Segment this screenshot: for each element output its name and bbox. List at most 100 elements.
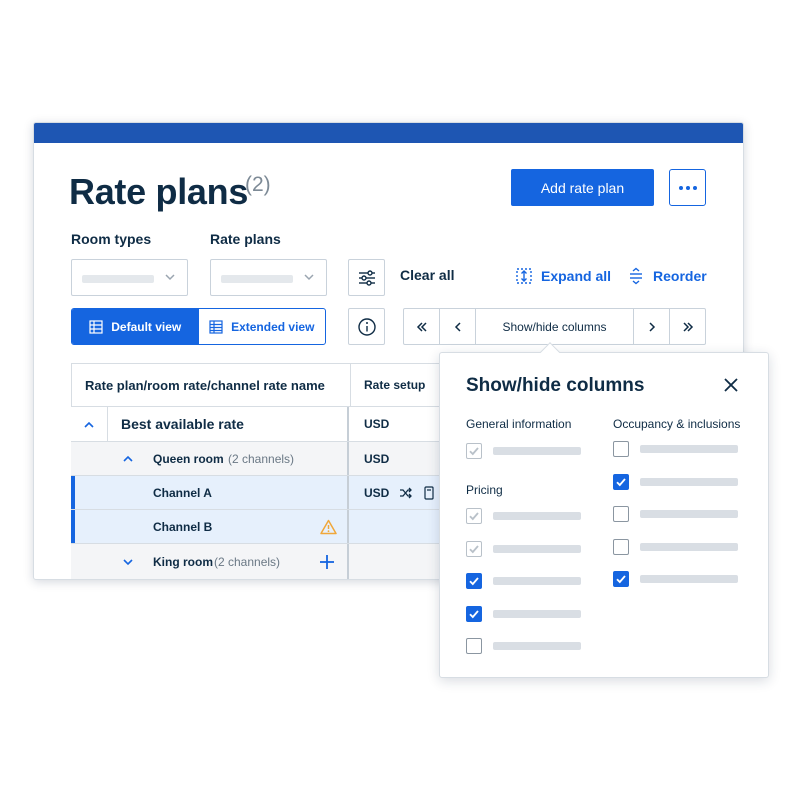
column-name-placeholder: [493, 609, 581, 618]
column-toggle-row[interactable]: [466, 443, 581, 459]
table-row[interactable]: Channel A USD: [71, 476, 451, 510]
rate-setup-cell: USD: [351, 476, 451, 509]
show-hide-columns-button[interactable]: Show/hide columns: [476, 309, 633, 344]
default-view-tab[interactable]: Default view: [72, 309, 199, 344]
info-button[interactable]: [348, 308, 385, 345]
room-name: Queen room: [153, 451, 224, 466]
more-options-button[interactable]: [669, 169, 706, 206]
reorder-label: Reorder: [653, 268, 707, 284]
channel-name: Channel A: [153, 485, 212, 500]
show-hide-columns-popover: Show/hide columns General information Pr…: [439, 342, 769, 678]
shuffle-icon[interactable]: [399, 486, 413, 500]
column-toggle-row[interactable]: [613, 571, 738, 587]
column-checkbox[interactable]: [613, 441, 629, 457]
table-row[interactable]: Channel B: [71, 510, 451, 544]
group-occupancy-label: Occupancy & inclusions: [613, 417, 741, 431]
column-toggle-row[interactable]: [466, 605, 581, 622]
rate-setup-cell: [351, 510, 451, 543]
sliders-icon: [358, 269, 375, 286]
rate-plan-name: Best available rate: [121, 416, 244, 432]
plus-icon[interactable]: [319, 554, 335, 570]
column-checkbox[interactable]: [613, 473, 629, 490]
view-toggle: Default view Extended view: [71, 308, 326, 345]
group-general-label: General information: [466, 417, 572, 431]
calculator-icon[interactable]: [423, 485, 435, 500]
select-placeholder: [221, 275, 293, 283]
first-page-button[interactable]: [404, 309, 440, 344]
rate-setup-cell: [351, 544, 451, 579]
rate-plans-label: Rate plans: [210, 231, 281, 247]
checkmark-icon: [616, 477, 626, 486]
prev-page-button[interactable]: [440, 309, 476, 344]
chevron-up-icon[interactable]: [82, 418, 96, 432]
column-toggle-row[interactable]: [466, 508, 581, 524]
filter-settings-button[interactable]: [348, 259, 385, 296]
chevron-right-icon: [648, 321, 655, 332]
column-toggle-row[interactable]: [466, 638, 581, 654]
table-row[interactable]: Queen room (2 channels) USD: [71, 442, 451, 476]
extended-grid-icon: [209, 319, 223, 334]
column-checkbox[interactable]: [613, 571, 629, 587]
rate-setup-cell: USD: [351, 407, 451, 441]
chevron-left-icon: [454, 321, 461, 332]
column-toggle-row[interactable]: [466, 573, 581, 589]
last-page-button[interactable]: [669, 309, 705, 344]
reorder-button[interactable]: Reorder: [627, 267, 707, 285]
column-checkbox[interactable]: [466, 638, 482, 654]
table-row[interactable]: King room (2 channels): [71, 544, 451, 579]
column-name-placeholder: [640, 445, 738, 453]
page-title: Rate plans: [69, 171, 249, 212]
column-name-placeholder: [493, 642, 581, 650]
column-name-placeholder: [640, 575, 738, 583]
table-row[interactable]: Best available rate USD: [71, 407, 451, 442]
column-checkbox[interactable]: [466, 605, 482, 622]
name-cell: King room (2 channels): [71, 544, 349, 579]
expand-all-button[interactable]: Expand all: [515, 267, 611, 285]
column-name-placeholder: [493, 577, 581, 585]
room-types-label: Room types: [71, 231, 152, 247]
extended-view-tab[interactable]: Extended view: [199, 309, 326, 344]
name-cell: Channel A: [71, 476, 349, 509]
room-name: King room: [153, 554, 213, 569]
column-name-placeholder: [640, 477, 738, 486]
next-page-button[interactable]: [633, 309, 669, 344]
chevron-down-icon[interactable]: [121, 555, 135, 569]
checkmark-icon: [469, 609, 479, 618]
column-toggle-row[interactable]: [613, 506, 738, 522]
name-cell: Channel B: [71, 510, 349, 543]
channel-count: (2 channels): [228, 451, 295, 466]
extended-view-label: Extended view: [231, 319, 315, 334]
clear-all-button[interactable]: Clear all: [400, 267, 454, 283]
close-icon[interactable]: [724, 378, 738, 392]
column-name-placeholder: [493, 512, 581, 520]
name-cell: Queen room (2 channels): [71, 442, 349, 475]
channel-count: (2 channels): [214, 554, 281, 569]
chevron-up-icon[interactable]: [121, 452, 135, 466]
currency-label: USD: [364, 417, 390, 431]
column-toggle-row[interactable]: [613, 441, 738, 457]
warning-icon: [320, 519, 337, 535]
column-checkbox[interactable]: [613, 506, 629, 522]
column-checkbox[interactable]: [613, 538, 629, 555]
rate-setup-cell: USD: [351, 442, 451, 475]
column-toggle-row[interactable]: [613, 473, 738, 490]
checkmark-icon: [469, 544, 479, 553]
room-types-select[interactable]: [71, 259, 188, 296]
chevron-down-icon: [304, 274, 314, 281]
rate-plan-count: (2): [245, 173, 271, 196]
column-name-placeholder: [493, 544, 581, 553]
rate-plans-select[interactable]: [210, 259, 327, 296]
column-pager: Show/hide columns: [403, 308, 706, 345]
add-rate-plan-button[interactable]: Add rate plan: [511, 169, 654, 206]
double-chevron-right-icon: [682, 321, 693, 332]
currency-label: USD: [364, 485, 390, 500]
checkmark-icon: [469, 512, 479, 521]
column-toggle-row[interactable]: [466, 540, 581, 557]
column-checkbox[interactable]: [466, 573, 482, 589]
popover-title: Show/hide columns: [466, 375, 645, 396]
default-view-label: Default view: [111, 319, 182, 334]
expand-all-label: Expand all: [541, 268, 612, 284]
double-chevron-left-icon: [416, 321, 427, 332]
column-toggle-row[interactable]: [613, 538, 738, 555]
column-checkbox: [466, 443, 482, 459]
